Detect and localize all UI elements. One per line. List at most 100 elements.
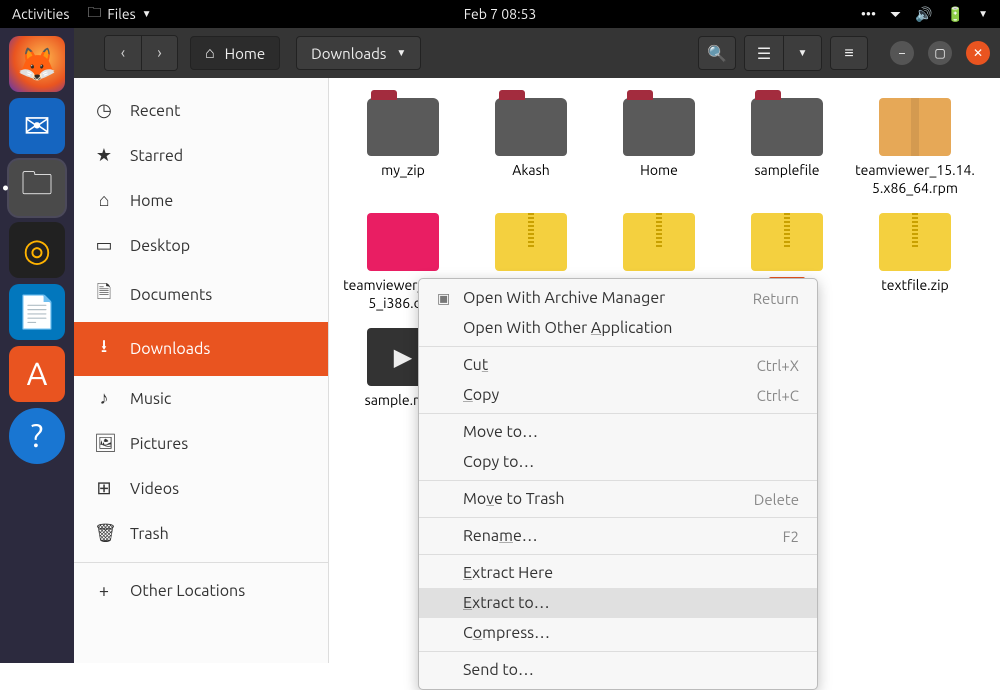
search-icon: 🔍	[707, 44, 727, 63]
sidebar-item-recent[interactable]: ◷Recent	[74, 88, 328, 133]
hamburger-button[interactable]: ≡	[830, 36, 868, 70]
package-icon	[879, 98, 951, 156]
system-top-bar: Activities 🗀 Files ▼ Feb 7 08:53 ••• ⏷ 🔊…	[0, 0, 1000, 28]
menu-item-label: Open With Other Application	[463, 319, 799, 337]
forward-button[interactable]: ›	[141, 36, 177, 70]
file-item[interactable]: textfile.zip	[851, 209, 979, 316]
menu-item-accel: Ctrl+C	[757, 387, 799, 404]
sidebar-other-locations[interactable]: + Other Locations	[74, 569, 328, 613]
more-icon[interactable]: •••	[861, 6, 876, 22]
search-button[interactable]: 🔍	[698, 36, 736, 70]
maximize-button[interactable]: ▢	[928, 41, 952, 65]
list-view-button[interactable]: ☰	[745, 36, 783, 70]
file-label: samplefile	[754, 162, 819, 180]
path-current[interactable]: Downloads ▼	[296, 36, 421, 70]
music-icon: ♪	[94, 388, 114, 409]
sidebar-item-label: Trash	[130, 525, 169, 543]
chevron-down-icon: ▼	[142, 8, 152, 20]
archive-icon	[879, 213, 951, 271]
menu-item-label: Send to…	[463, 661, 799, 679]
menu-item[interactable]: Rename…F2	[419, 521, 817, 551]
sidebar-item-label: Desktop	[130, 237, 190, 255]
archive-icon: ▣	[437, 290, 457, 307]
file-item[interactable]: samplefile	[723, 94, 851, 201]
file-label: Home	[640, 162, 678, 180]
path-home-label: Home	[225, 45, 265, 62]
menu-item[interactable]: Copy to…	[419, 447, 817, 477]
file-item[interactable]: Home	[595, 94, 723, 201]
menu-item[interactable]: Move to TrashDelete	[419, 484, 817, 514]
minimize-button[interactable]: –	[890, 41, 914, 65]
menu-item[interactable]: CopyCtrl+C	[419, 380, 817, 410]
menu-item[interactable]: Extract Here	[419, 558, 817, 588]
volume-icon[interactable]: 🔊	[915, 6, 932, 23]
files-header: ‹ › ⌂ Home Downloads ▼ 🔍 ☰ ▼ ≡ – ▢ ✕	[0, 28, 1000, 78]
file-label: Akash	[512, 162, 549, 180]
dock-writer[interactable]: 📄	[9, 284, 65, 340]
file-item[interactable]: Akash	[467, 94, 595, 201]
menu-item-label: Move to Trash	[463, 490, 754, 508]
file-label: my_zip	[381, 162, 425, 180]
sidebar-item-label: Music	[130, 390, 171, 408]
sidebar-item-label: Videos	[130, 480, 179, 498]
sidebar: ◷Recent★Starred⌂Home▭Desktop🗎Documents⭳D…	[74, 78, 329, 663]
trash-icon: 🗑	[94, 523, 114, 544]
sidebar-item-label: Downloads	[130, 340, 210, 358]
dock-firefox[interactable]: 🦊	[9, 36, 65, 92]
sidebar-item-starred[interactable]: ★Starred	[74, 133, 328, 178]
dock-help[interactable]: ?	[9, 408, 65, 464]
menu-item[interactable]: Send to…	[419, 655, 817, 685]
menu-item[interactable]: Compress…	[419, 618, 817, 648]
menu-item[interactable]: CutCtrl+X	[419, 350, 817, 380]
menu-item[interactable]: ▣Open With Archive ManagerReturn	[419, 283, 817, 313]
dock-files[interactable]: 🗀	[9, 160, 65, 216]
appmenu-files[interactable]: 🗀 Files ▼	[87, 2, 151, 26]
menu-item-label: Move to…	[463, 423, 799, 441]
pictures-icon: 🖼	[94, 433, 114, 454]
path-home[interactable]: ⌂ Home	[190, 36, 280, 70]
back-button[interactable]: ‹	[105, 36, 141, 70]
sidebar-item-downloads[interactable]: ⭳Downloads	[74, 322, 328, 376]
sidebar-item-videos[interactable]: ⊞Videos	[74, 466, 328, 511]
menu-separator	[419, 480, 817, 481]
menu-item-label: Compress…	[463, 624, 799, 642]
sidebar-item-pictures[interactable]: 🖼Pictures	[74, 421, 328, 466]
menu-item-label: Copy	[463, 386, 757, 404]
menu-separator	[419, 651, 817, 652]
star-icon: ★	[94, 145, 114, 166]
sidebar-item-label: Other Locations	[130, 582, 245, 600]
network-icon[interactable]: ⏷	[890, 6, 901, 23]
menu-item[interactable]: Move to…	[419, 417, 817, 447]
sidebar-item-music[interactable]: ♪ Music	[74, 376, 328, 421]
sidebar-item-documents[interactable]: 🗎Documents	[74, 268, 328, 322]
folder-icon	[623, 98, 695, 156]
nav-buttons: ‹ ›	[104, 35, 178, 71]
folder-icon	[495, 98, 567, 156]
battery-icon[interactable]: 🔋	[947, 6, 964, 23]
dock-software[interactable]: A	[9, 346, 65, 402]
menu-separator	[419, 517, 817, 518]
file-item[interactable]: my_zip	[339, 94, 467, 201]
chevron-down-icon: ▼	[396, 47, 406, 59]
dock-rhythmbox[interactable]: ◎	[9, 222, 65, 278]
view-options-button[interactable]: ▼	[783, 36, 821, 70]
deb-icon	[367, 213, 439, 271]
menu-item[interactable]: Extract to…	[419, 588, 817, 618]
menu-item[interactable]: Open With Other Application	[419, 313, 817, 343]
menu-item-label: Rename…	[463, 527, 783, 545]
chevron-down-icon[interactable]: ▼	[978, 8, 988, 20]
menu-separator	[419, 346, 817, 347]
sidebar-item-desktop[interactable]: ▭Desktop	[74, 223, 328, 268]
close-button[interactable]: ✕	[966, 41, 990, 65]
clock[interactable]: Feb 7 08:53	[464, 6, 537, 22]
dock: 🦊 ✉ 🗀 ◎ 📄 A ?	[0, 28, 74, 663]
folder-icon	[367, 98, 439, 156]
file-item[interactable]: teamviewer_15.14.5.x86_64.rpm	[851, 94, 979, 201]
activities-button[interactable]: Activities	[12, 6, 69, 22]
dock-thunderbird[interactable]: ✉	[9, 98, 65, 154]
sidebar-item-trash[interactable]: 🗑 Trash	[74, 511, 328, 556]
plus-icon: +	[94, 581, 114, 601]
sidebar-item-home[interactable]: ⌂Home	[74, 178, 328, 223]
file-label: textfile.zip	[881, 277, 948, 295]
menu-item-accel: Delete	[754, 491, 799, 508]
